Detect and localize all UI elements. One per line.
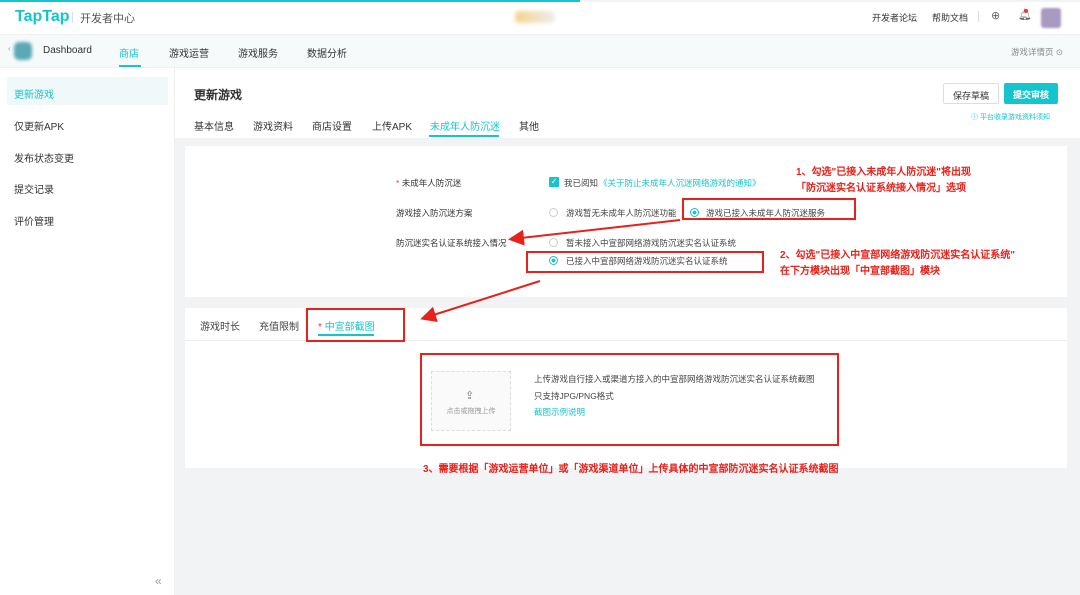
arrow-1 — [508, 219, 681, 246]
annotation-arrows — [420, 219, 681, 322]
arrow-2 — [420, 280, 541, 322]
